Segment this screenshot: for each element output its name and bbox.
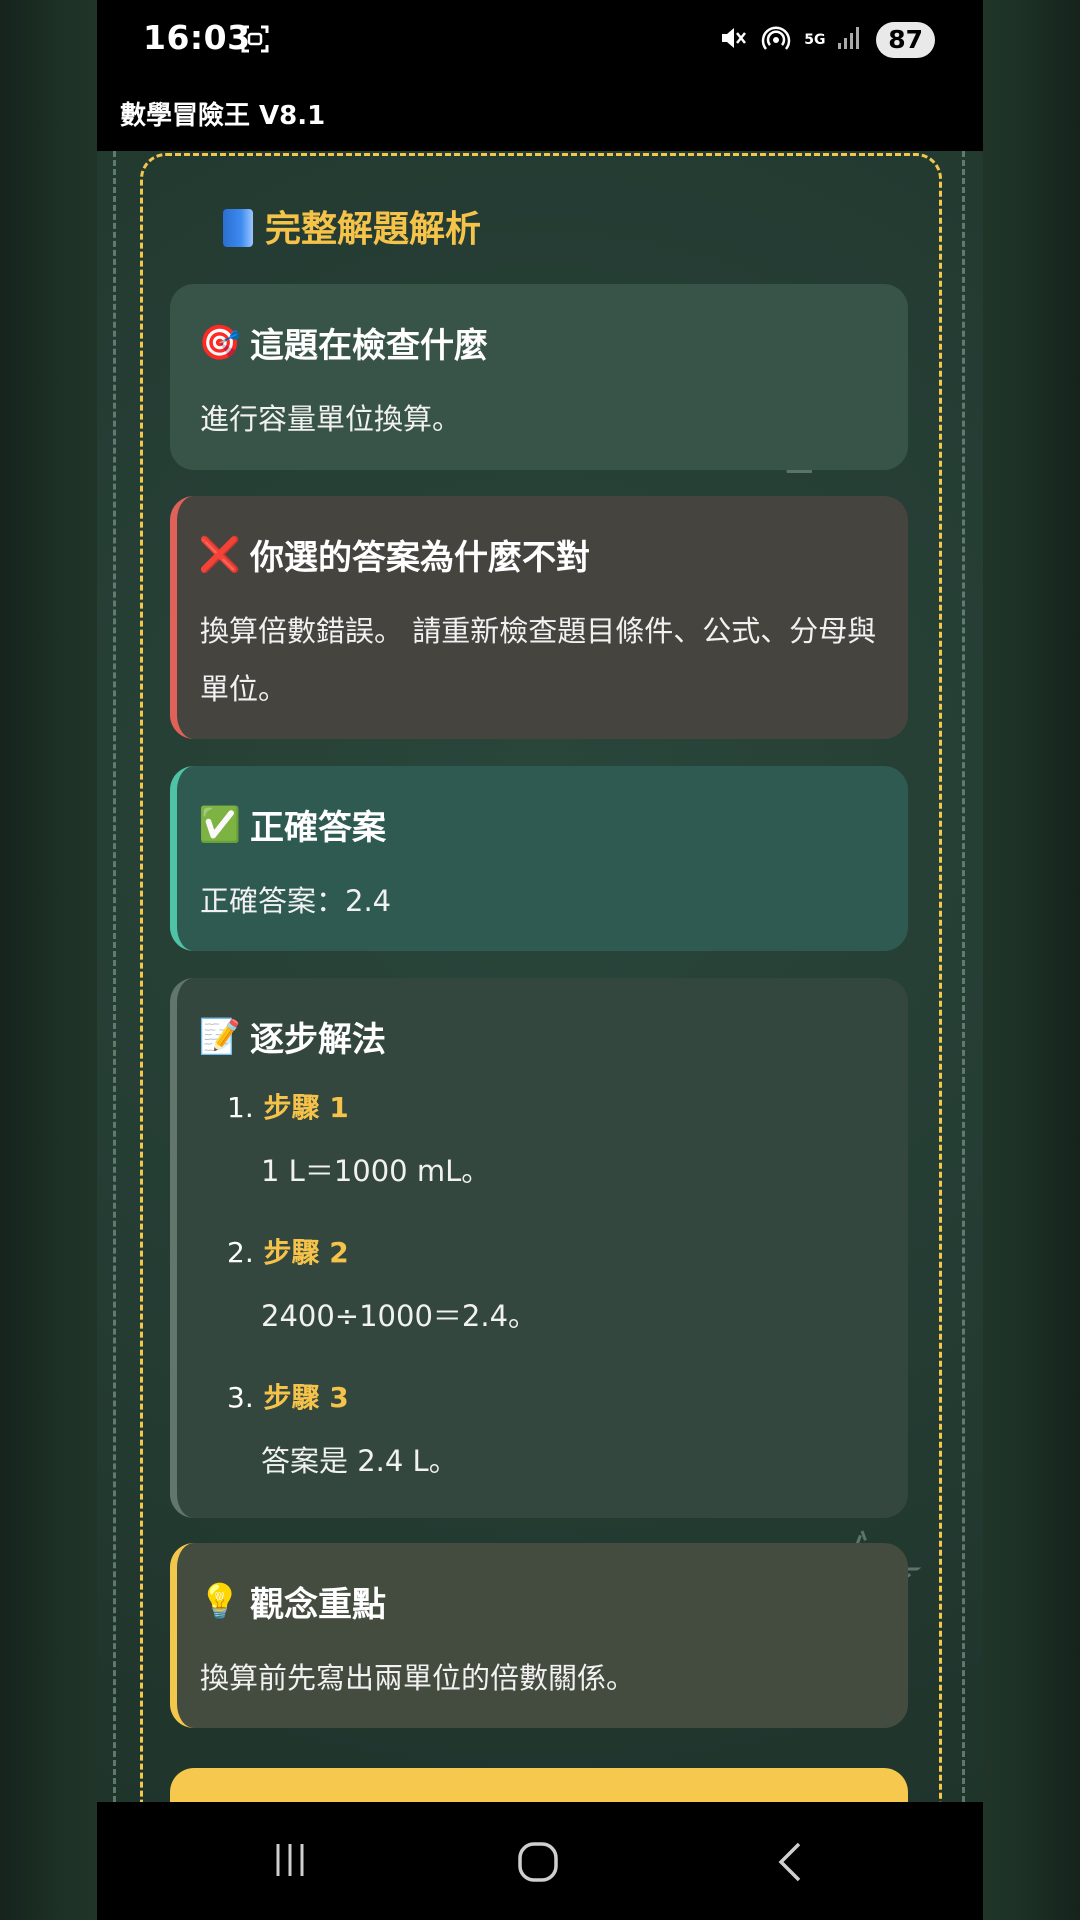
app-title-bar: 數學冒險王 V8.1 [97,83,983,151]
screenshot-icon [240,24,270,58]
panel-title: 完整解題解析 [223,200,481,252]
left-background [0,0,97,1920]
step-number: 3. [227,1381,254,1414]
network-label: 5G [804,32,826,48]
card-correct-title-text: 正確答案 [250,808,386,848]
list-item: 2. 步驟 2 2400÷1000＝2.4。 [227,1233,888,1378]
recent-apps-button[interactable] [270,1840,310,1884]
card-correct-body: 正確答案：2.4 [200,884,392,918]
card-wrong-body: 換算倍數錯誤。 請重新檢查題目條件、公式、分母與單位。 [200,614,877,706]
step-text: 2400÷1000＝2.4。 [261,1299,538,1333]
card-correct-answer: ✅ 正確答案 正確答案：2.4 [170,766,908,951]
card-check-body: 進行容量單位換算。 [200,402,462,436]
content-area[interactable]: 完整解題解析 🎯 這題在檢查什麼 進行容量單位換算。 ❌ 你選的答案為什麼不對 … [97,151,983,1802]
card-concept-body: 換算前先寫出兩單位的倍數關係。 [200,1661,636,1695]
card-check-title-text: 這題在檢查什麼 [250,326,488,366]
navigation-bar [97,1802,983,1920]
card-wrong-title-text: 你選的答案為什麼不對 [250,538,590,578]
light-bulb-icon: 💡 [198,1581,242,1622]
card-what-is-checked: 🎯 這題在檢查什麼 進行容量單位換算。 [170,284,908,470]
card-why-wrong: ❌ 你選的答案為什麼不對 換算倍數錯誤。 請重新檢查題目條件、公式、分母與單位。 [170,496,908,739]
list-item: 1. 步驟 1 1 L＝1000 mL。 [227,1088,888,1233]
left-dashed-rail [113,151,116,1802]
target-icon: 🎯 [198,322,242,363]
mute-icon [718,23,748,57]
right-background [983,0,1080,1920]
list-item: 3. 步驟 3 答案是 2.4 L。 [227,1378,888,1523]
step-text: 答案是 2.4 L。 [261,1444,458,1478]
card-steps-title: 📝 逐步解法 [198,1012,386,1061]
signal-icon [836,25,864,55]
phone-screen: 16:03 5G 87 數學冒險王 V8.1 完整解題解析 🎯 這題在檢查什麼 … [97,0,983,1920]
status-time: 16:03 [143,18,251,57]
status-icons: 5G 87 [718,22,935,58]
battery-indicator: 87 [876,22,935,58]
book-icon [223,209,253,247]
step-number: 1. [227,1091,254,1124]
app-title: 數學冒險王 V8.1 [120,101,326,131]
step-label: 步驟 1 [263,1091,349,1124]
card-correct-title: ✅ 正確答案 [198,800,386,849]
continue-button[interactable] [170,1768,908,1802]
card-key-concept: 💡 觀念重點 換算前先寫出兩單位的倍數關係。 [170,1543,908,1728]
cross-mark-icon: ❌ [198,534,242,575]
step-number: 2. [227,1236,254,1269]
right-dashed-rail [962,151,965,1802]
card-concept-title: 💡 觀念重點 [198,1577,386,1626]
card-concept-title-text: 觀念重點 [250,1585,386,1625]
card-steps-title-text: 逐步解法 [250,1020,386,1060]
step-label: 步驟 3 [263,1381,349,1414]
step-text: 1 L＝1000 mL。 [261,1154,491,1188]
hotspot-icon [760,23,792,57]
home-button[interactable] [516,1840,560,1888]
memo-icon: 📝 [198,1016,242,1057]
status-bar: 16:03 5G 87 [97,0,983,83]
steps-list: 1. 步驟 1 1 L＝1000 mL。 2. 步驟 2 2400÷1000＝2… [227,1088,888,1523]
check-mark-icon: ✅ [198,804,242,845]
card-step-by-step: 📝 逐步解法 1. 步驟 1 1 L＝1000 mL。 2. 步驟 2 2400… [170,978,908,1518]
panel-title-text: 完整解題解析 [265,209,482,250]
card-wrong-title: ❌ 你選的答案為什麼不對 [198,530,590,579]
back-button[interactable] [773,1840,809,1888]
card-check-title: 🎯 這題在檢查什麼 [198,318,488,367]
step-label: 步驟 2 [263,1236,349,1269]
